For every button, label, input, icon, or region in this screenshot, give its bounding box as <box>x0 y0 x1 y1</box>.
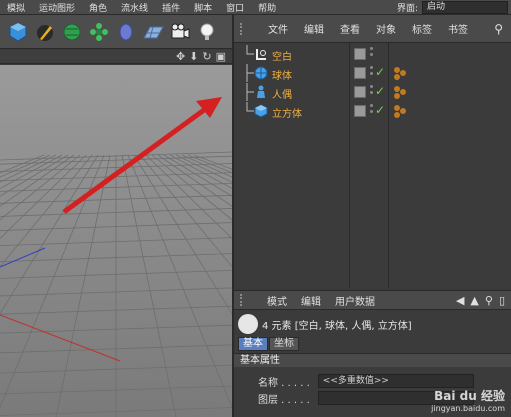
pen-icon[interactable] <box>33 19 57 45</box>
selection-summary: 4 元素 [空白, 球体, 人偶, 立方体] <box>262 320 412 332</box>
menu-script[interactable]: 脚本 <box>187 1 219 14</box>
enabled-check-icon[interactable]: ✓ <box>375 103 385 117</box>
am-menu-edit[interactable]: 编辑 <box>294 293 328 308</box>
cube-icon <box>254 104 268 118</box>
material-tag-icon[interactable] <box>392 84 408 100</box>
camera-icon[interactable] <box>168 19 192 45</box>
tab-coordinates[interactable]: 坐标 <box>269 337 299 351</box>
render-dots[interactable] <box>370 104 374 118</box>
am-menu-mode[interactable]: 模式 <box>260 293 294 308</box>
object-list: 空白 球体 ✓ 人偶 ✓ 立方体 ✓ <box>234 43 511 288</box>
cube-icon[interactable] <box>6 19 30 45</box>
lock-icon[interactable]: ▯ <box>499 294 505 307</box>
light-icon[interactable] <box>195 19 219 45</box>
move-view-icon[interactable]: ✥ <box>176 51 185 62</box>
rotate-view-icon[interactable]: ↻ <box>202 51 211 62</box>
name-field[interactable]: <<多重数值>> <box>317 374 474 388</box>
menu-plugins[interactable]: 插件 <box>155 1 187 14</box>
cloner-icon[interactable] <box>87 19 111 45</box>
om-menu-bookmarks[interactable]: 书签 <box>440 21 476 36</box>
attribute-tabs: 基本 坐标 <box>238 337 299 351</box>
tab-basic[interactable]: 基本 <box>238 337 268 351</box>
baidu-watermark: Bai du 经验 jingyan.baidu.com <box>431 389 505 413</box>
object-name[interactable]: 空白 <box>272 48 292 63</box>
object-row-figure[interactable]: 人偶 ✓ <box>234 83 511 101</box>
menu-character[interactable]: 角色 <box>82 1 114 14</box>
render-dots[interactable] <box>370 85 374 99</box>
panel-grip[interactable] <box>240 294 250 306</box>
maximize-view-icon[interactable]: ▣ <box>216 51 226 62</box>
tree-line <box>246 102 254 112</box>
attribute-manager-menubar: 模式 编辑 用户数据 ◀ ▲ ⚲ ▯ <box>234 290 511 310</box>
search-icon[interactable]: ⚲ <box>485 294 493 307</box>
visibility-toggle[interactable] <box>354 105 366 117</box>
null-icon <box>256 49 266 60</box>
viewport-grid <box>0 65 232 417</box>
panel-grip[interactable] <box>240 22 250 35</box>
menu-pipeline[interactable]: 流水线 <box>114 1 155 14</box>
visibility-toggle[interactable] <box>354 67 366 79</box>
enabled-check-icon[interactable]: ✓ <box>375 84 385 98</box>
3d-viewport[interactable] <box>0 65 232 417</box>
menu-help[interactable]: 帮助 <box>251 1 283 14</box>
menu-mograph[interactable]: 运动图形 <box>32 1 82 14</box>
selection-info: 4 元素 [空白, 球体, 人偶, 立方体] <box>238 314 412 334</box>
subdivision-icon[interactable] <box>60 19 84 45</box>
field-label: 图层 . . . . . <box>258 394 310 406</box>
object-toolbar <box>0 15 232 49</box>
object-row-sphere[interactable]: 球体 ✓ <box>234 64 511 82</box>
visibility-toggle[interactable] <box>354 48 366 60</box>
up-arrow-icon[interactable]: ▲ <box>470 294 478 307</box>
om-menu-edit[interactable]: 编辑 <box>296 21 332 36</box>
menu-window[interactable]: 窗口 <box>219 1 251 14</box>
figure-icon <box>257 85 265 98</box>
name-field-row: 名称 . . . . . <<多重数值>> <box>258 374 474 389</box>
zoom-view-icon[interactable]: ⬇ <box>189 51 198 62</box>
deformer-icon[interactable] <box>114 19 138 45</box>
material-tag-icon[interactable] <box>392 65 408 81</box>
object-manager-menubar: 文件 编辑 查看 对象 标签 书签 ⚲ <box>234 15 511 43</box>
tree-line <box>246 45 254 55</box>
object-row-cube[interactable]: 立方体 ✓ <box>234 102 511 120</box>
multi-object-icon <box>238 314 258 334</box>
render-dots[interactable] <box>370 66 374 80</box>
om-menu-file[interactable]: 文件 <box>260 21 296 36</box>
object-name[interactable]: 球体 <box>272 67 292 82</box>
visibility-toggle[interactable] <box>354 86 366 98</box>
search-icon[interactable]: ⚲ <box>494 22 511 36</box>
sphere-icon <box>254 66 268 80</box>
menu-simulate[interactable]: 模拟 <box>0 1 32 14</box>
render-dots[interactable] <box>370 47 374 61</box>
field-label: 名称 . . . . . <box>258 377 310 389</box>
om-menu-view[interactable]: 查看 <box>332 21 368 36</box>
back-arrow-icon[interactable]: ◀ <box>456 294 464 307</box>
object-row-null[interactable]: 空白 <box>234 45 511 63</box>
main-menubar: 模拟 运动图形 角色 流水线 插件 脚本 窗口 帮助 界面: 启动 <box>0 0 511 15</box>
object-name[interactable]: 人偶 <box>272 86 292 101</box>
floor-icon[interactable] <box>141 19 165 45</box>
material-tag-icon[interactable] <box>392 103 408 119</box>
am-menu-userdata[interactable]: 用户数据 <box>328 293 382 308</box>
section-header: 基本属性 <box>234 353 511 367</box>
object-name[interactable]: 立方体 <box>272 105 302 120</box>
om-menu-tags[interactable]: 标签 <box>404 21 440 36</box>
tree-line <box>246 83 254 101</box>
layout-select[interactable]: 启动 <box>422 0 508 14</box>
layout-label: 界面: <box>396 3 418 14</box>
enabled-check-icon[interactable]: ✓ <box>375 65 385 79</box>
viewport-header: ✥ ⬇ ↻ ▣ <box>0 50 232 64</box>
tree-line <box>246 64 254 82</box>
om-menu-object[interactable]: 对象 <box>368 21 404 36</box>
